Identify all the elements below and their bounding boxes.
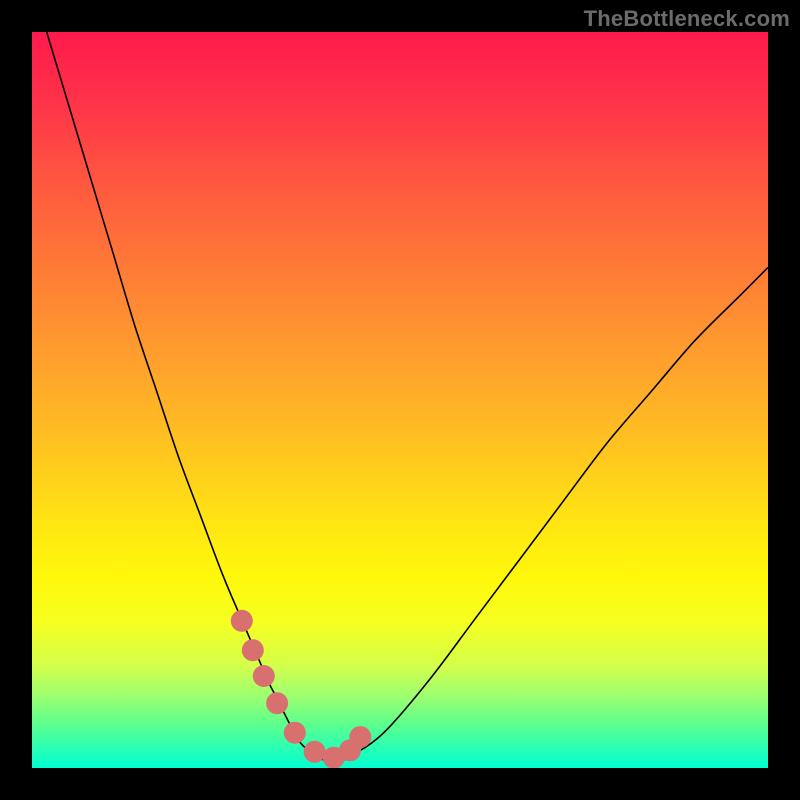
highlight-dot: [284, 722, 306, 744]
bottleneck-curve: [47, 32, 768, 762]
highlight-dot: [304, 741, 326, 763]
plot-area: [32, 32, 768, 768]
highlight-dot: [349, 726, 371, 748]
curve-svg: [32, 32, 768, 768]
watermark-text: TheBottleneck.com: [584, 6, 790, 32]
highlight-dot: [253, 665, 275, 687]
highlight-dot: [242, 639, 264, 661]
highlight-dot: [266, 692, 288, 714]
highlight-dot: [231, 610, 253, 632]
chart-frame: TheBottleneck.com: [0, 0, 800, 800]
